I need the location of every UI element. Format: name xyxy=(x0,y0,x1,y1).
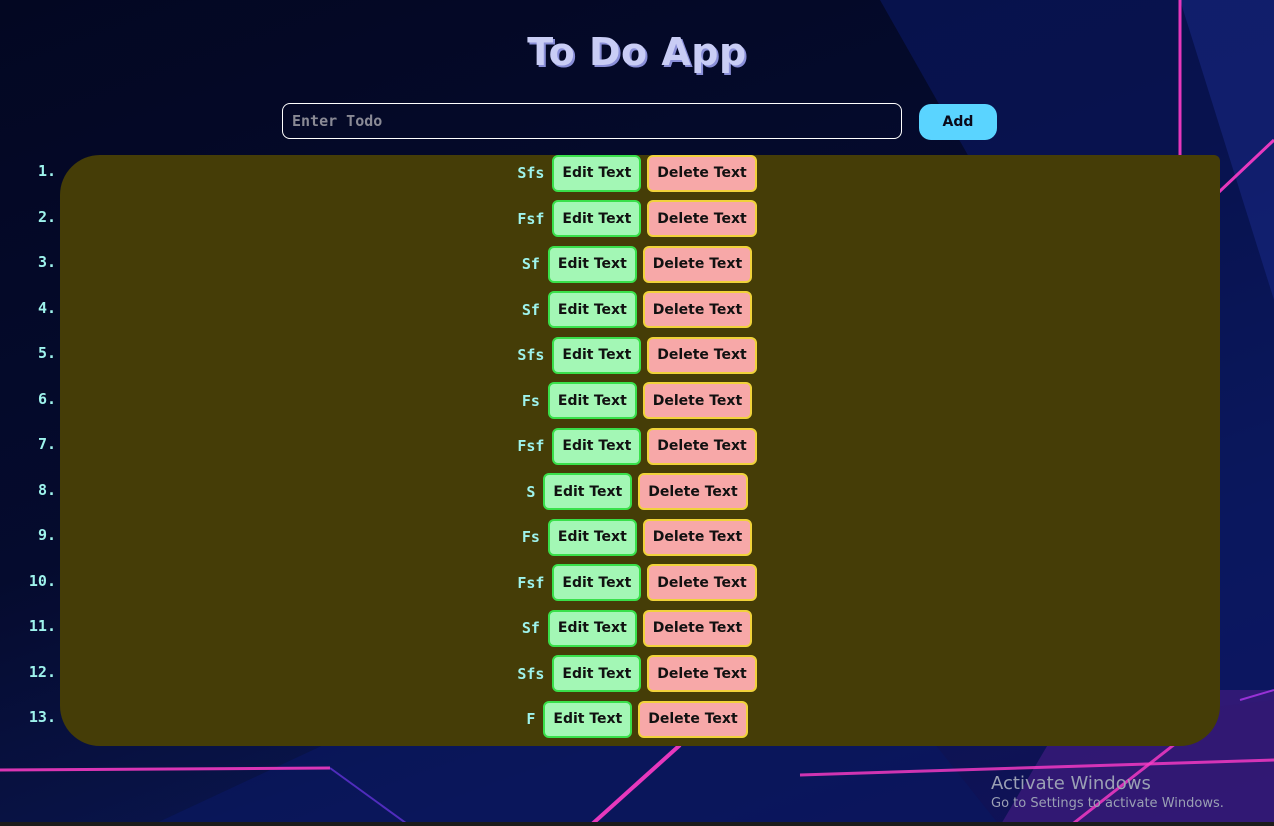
edit-text-button[interactable]: Edit Text xyxy=(543,473,633,510)
todo-item-text: Fs xyxy=(521,391,540,410)
delete-text-button[interactable]: Delete Text xyxy=(647,200,757,237)
todo-item-content: Fsf Edit Text Delete Text xyxy=(0,199,1274,239)
todo-item: 8. S Edit Text Delete Text xyxy=(0,472,1274,512)
todo-item-text: Sfs xyxy=(517,346,545,364)
edit-text-button[interactable]: Edit Text xyxy=(547,291,637,328)
todo-item-text: Fsf xyxy=(517,209,545,228)
todo-item: 6. Fs Edit Text Delete Text xyxy=(0,381,1274,421)
delete-text-button[interactable]: Delete Text xyxy=(647,154,757,192)
delete-text-button[interactable]: Delete Text xyxy=(647,427,757,465)
todo-item-content: Sf Edit Text Delete Text xyxy=(0,244,1274,284)
delete-text-button[interactable]: Delete Text xyxy=(638,700,748,738)
todo-item-content: Fs Edit Text Delete Text xyxy=(0,381,1274,421)
edit-text-button[interactable]: Edit Text xyxy=(552,427,642,465)
todo-item-content: Fs Edit Text Delete Text xyxy=(0,517,1274,557)
edit-text-button[interactable]: Edit Text xyxy=(552,655,642,692)
windows-activation-watermark: Activate Windows Go to Settings to activ… xyxy=(991,773,1224,811)
todo-item: 1. Sfs Edit Text Delete Text xyxy=(0,153,1274,193)
todo-input[interactable] xyxy=(282,103,902,139)
todo-item-text: Sf xyxy=(521,619,540,637)
todo-item-content: Sfs Edit Text Delete Text xyxy=(0,335,1274,375)
todo-item-content: Sf Edit Text Delete Text xyxy=(0,608,1274,648)
edit-text-button[interactable]: Edit Text xyxy=(543,700,633,738)
delete-text-button[interactable]: Delete Text xyxy=(642,382,753,419)
edit-text-button[interactable]: Edit Text xyxy=(552,154,642,192)
delete-text-button[interactable]: Delete Text xyxy=(642,609,753,647)
todo-item: 12. Sfs Edit Text Delete Text xyxy=(0,654,1274,694)
edit-text-button[interactable]: Edit Text xyxy=(552,200,642,237)
todo-item-text: Sf xyxy=(521,255,540,273)
bottom-edge xyxy=(0,822,1274,826)
todo-item: 11. Sf Edit Text Delete Text xyxy=(0,608,1274,648)
todo-item-text: Sfs xyxy=(517,164,545,182)
delete-text-button[interactable]: Delete Text xyxy=(642,291,753,328)
edit-text-button[interactable]: Edit Text xyxy=(547,245,637,283)
edit-text-button[interactable]: Edit Text xyxy=(552,336,642,374)
watermark-subtitle: Go to Settings to activate Windows. xyxy=(991,796,1224,811)
edit-text-button[interactable]: Edit Text xyxy=(547,518,637,556)
delete-text-button[interactable]: Delete Text xyxy=(647,655,757,692)
todo-item-text: Fsf xyxy=(517,573,545,592)
todo-item: 7. Fsf Edit Text Delete Text xyxy=(0,426,1274,466)
todo-item-text: Fsf xyxy=(517,437,545,455)
todo-item-text: Fs xyxy=(521,528,540,546)
delete-text-button[interactable]: Delete Text xyxy=(647,564,757,601)
todo-item-text: F xyxy=(526,710,536,728)
app-page: To Do App Add 1.SfsEdit TextDelete Text2… xyxy=(0,0,1274,826)
todo-item: 13. F Edit Text Delete Text xyxy=(0,699,1274,739)
edit-text-button[interactable]: Edit Text xyxy=(552,564,642,601)
watermark-title: Activate Windows xyxy=(991,773,1151,794)
delete-text-button[interactable]: Delete Text xyxy=(647,336,757,374)
todo-item: 3. Sf Edit Text Delete Text xyxy=(0,244,1274,284)
add-button[interactable]: Add xyxy=(919,104,997,140)
todo-item-content: Sfs Edit Text Delete Text xyxy=(0,654,1274,694)
edit-text-button[interactable]: Edit Text xyxy=(547,609,637,647)
todo-item-text: Sfs xyxy=(517,664,545,683)
todo-item-content: Sfs Edit Text Delete Text xyxy=(0,153,1274,193)
todo-item-content: Sf Edit Text Delete Text xyxy=(0,290,1274,330)
delete-text-button[interactable]: Delete Text xyxy=(642,518,753,556)
todo-item-text: Sf xyxy=(521,300,540,319)
todo-item-content: Fsf Edit Text Delete Text xyxy=(0,426,1274,466)
app-title: To Do App xyxy=(527,30,747,74)
todo-item-text: S xyxy=(526,482,536,501)
delete-text-button[interactable]: Delete Text xyxy=(638,473,748,510)
todo-item-content: Fsf Edit Text Delete Text xyxy=(0,563,1274,603)
todo-item-content: S Edit Text Delete Text xyxy=(0,472,1274,512)
todo-item-content: F Edit Text Delete Text xyxy=(0,699,1274,739)
todo-item: 9. Fs Edit Text Delete Text xyxy=(0,517,1274,557)
todo-item: 10. Fsf Edit Text Delete Text xyxy=(0,563,1274,603)
todo-item: 2. Fsf Edit Text Delete Text xyxy=(0,199,1274,239)
edit-text-button[interactable]: Edit Text xyxy=(547,382,637,419)
todo-item: 4. Sf Edit Text Delete Text xyxy=(0,290,1274,330)
delete-text-button[interactable]: Delete Text xyxy=(642,245,753,283)
todo-item: 5. Sfs Edit Text Delete Text xyxy=(0,335,1274,375)
